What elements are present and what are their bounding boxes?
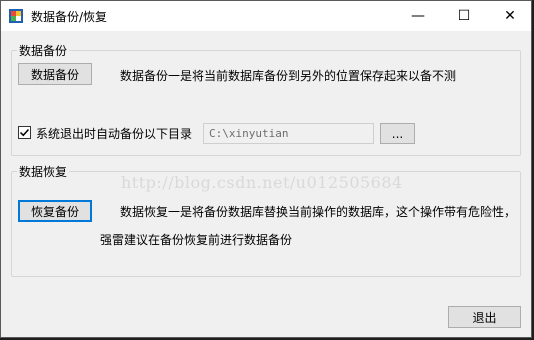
browse-button[interactable]: ... — [380, 123, 415, 144]
maximize-icon: ☐ — [457, 8, 471, 24]
backup-path-field[interactable]: C:\xinyutian — [203, 123, 374, 144]
backup-button[interactable]: 数据备份 — [18, 63, 92, 85]
minimize-icon: — — [411, 8, 425, 24]
backup-description: 数据备份一是将当前数据库备份到另外的位置保存起来以备不测 — [120, 69, 457, 83]
watermark-text: http://blog.csdn.net/u012505684 — [121, 173, 403, 192]
restore-description-line2: 强雷建议在备份恢复前进行数据备份 — [100, 233, 293, 247]
app-icon — [9, 9, 23, 23]
title-bar[interactable]: 数据备份/恢复 — ☐ ✕ — [1, 1, 531, 31]
main-window: 数据备份/恢复 — ☐ ✕ 数据备份 数据备份 数据备份一是将当前数据库备份到另… — [0, 0, 532, 338]
exit-button[interactable]: 退出 — [448, 306, 521, 328]
restore-group-label: 数据恢复 — [17, 163, 70, 180]
close-button[interactable]: ✕ — [487, 1, 533, 31]
restore-description-line1: 数据恢复一是将备份数据库替换当前操作的数据库，这个操作带有危险性， — [120, 205, 517, 219]
backup-group-label: 数据备份 — [17, 42, 70, 59]
maximize-button[interactable]: ☐ — [441, 1, 487, 31]
restore-button[interactable]: 恢复备份 — [18, 200, 92, 222]
auto-backup-label[interactable]: 系统退出时自动备份以下目录 — [36, 125, 192, 142]
window-title: 数据备份/恢复 — [31, 10, 108, 24]
auto-backup-checkbox[interactable] — [18, 126, 31, 139]
close-icon: ✕ — [504, 8, 516, 24]
checkmark-icon — [19, 128, 30, 137]
minimize-button[interactable]: — — [395, 1, 441, 31]
